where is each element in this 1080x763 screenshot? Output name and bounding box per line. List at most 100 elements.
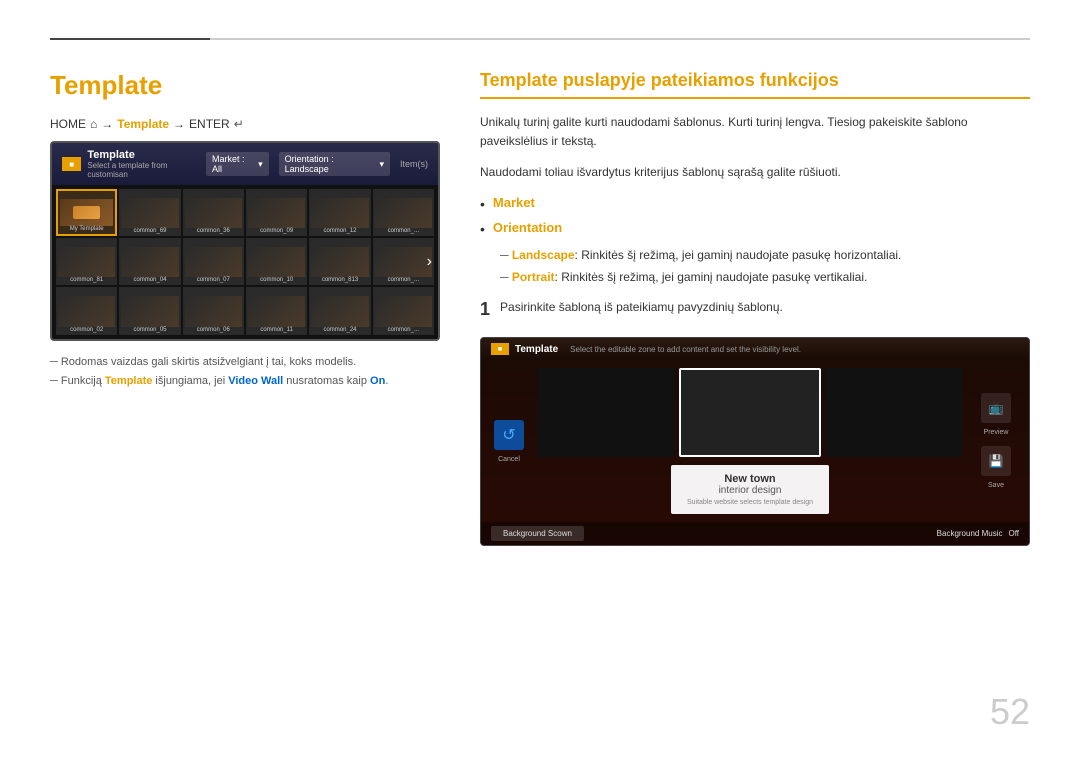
preview-screens: [537, 368, 963, 457]
note-line-2: Funkciją Template išjungiama, jei Video …: [50, 374, 440, 389]
page-container: Template HOME ⌂ → Template → ENTER ↵ ■: [0, 0, 1080, 763]
tv-grid-item[interactable]: common_813: [309, 238, 370, 285]
preview-label: Preview: [984, 429, 1009, 436]
tv-grid-item[interactable]: common_09: [246, 189, 307, 236]
preview-screen-1[interactable]: [537, 368, 675, 457]
bullet-dot-2: •: [480, 220, 485, 240]
preview-footer: Background Scown Background Music Off: [481, 522, 1029, 545]
bullet-market: • Market: [480, 195, 1030, 215]
enter-icon: ↵: [234, 117, 244, 131]
tv-dropdown-market[interactable]: Market : All ▾: [206, 152, 269, 176]
preview-screen-3[interactable]: [825, 368, 963, 457]
left-column: Template HOME ⌂ → Template → ENTER ↵ ■: [50, 70, 440, 733]
bullet-section: • Market • Orientation Landscape: Rinkit…: [480, 195, 1030, 286]
preview-title-block: Template: [515, 344, 558, 355]
tv-header-right: Market : All ▾ Orientation : Landscape ▾…: [206, 152, 428, 176]
background-scown-btn[interactable]: Background Scown: [491, 526, 584, 541]
preview-title: Template: [515, 344, 558, 355]
preview-text-note: Suitable website selects template design: [687, 499, 813, 506]
notes-section: Rodomas vaizdas gali skirtis atsižvelgia…: [50, 355, 440, 390]
cancel-icon: ↺: [502, 425, 515, 445]
cancel-icon-btn[interactable]: ↺: [494, 420, 524, 450]
step-1-section: 1 Pasirinkite šabloną iš pateikiamų pavy…: [480, 298, 1030, 321]
tv-grid-item-my-template[interactable]: My Template: [56, 189, 117, 236]
tv-dropdown-orientation[interactable]: Orientation : Landscape ▾: [279, 152, 390, 176]
bullet-label-market: Market: [493, 195, 535, 210]
tv-logo-box: ■: [62, 157, 81, 171]
tv-grid-wrapper: My Template common_69 common_36 com: [52, 185, 438, 339]
tv-screen: ■ Template Select a template from custom…: [50, 141, 440, 341]
sub-bullet-portrait: Portrait: Rinkitės šį režimą, jei gaminį…: [500, 268, 1030, 286]
tv-grid-item[interactable]: common_...: [373, 287, 434, 334]
tv-title-text: Template: [87, 149, 206, 161]
preview-text-box: New town interior design Suitable websit…: [671, 465, 829, 514]
tv-grid-item[interactable]: common_36: [183, 189, 244, 236]
chevron-down-icon-2: ▾: [379, 159, 384, 170]
breadcrumb-enter: ENTER: [189, 117, 230, 131]
tv-grid-item[interactable]: common_24: [309, 287, 370, 334]
cancel-label: Cancel: [498, 456, 520, 463]
step-text: Pasirinkite šabloną iš pateikiamų pavyzd…: [500, 298, 783, 317]
background-music-label: Background Music: [937, 529, 1003, 538]
template-highlight: Template: [105, 375, 152, 387]
bullet-label-orientation: Orientation: [493, 220, 562, 235]
tv-grid-item[interactable]: common_81: [56, 238, 117, 285]
preview-left-icons: ↺ Cancel: [489, 368, 529, 514]
tv-grid-item[interactable]: common_10: [246, 238, 307, 285]
tv-grid-item[interactable]: common_...: [373, 238, 434, 285]
tv-grid: My Template common_69 common_36 com: [52, 185, 438, 339]
preview-text-sub: interior design: [687, 485, 813, 496]
description-2: Naudodami toliau išvardytus kriterijus š…: [480, 163, 1030, 182]
step-number: 1: [480, 298, 490, 321]
tv-subtitle: Select a template from customisan: [87, 161, 206, 179]
breadcrumb-arrow2: →: [173, 117, 185, 131]
sub-bullet-landscape: Landscape: Rinkitės šį režimą, jei gamin…: [500, 246, 1030, 264]
content-area: Template HOME ⌂ → Template → ENTER ↵ ■: [50, 70, 1030, 733]
tv-header: ■ Template Select a template from custom…: [52, 143, 438, 185]
right-column: Template puslapyje pateikiamos funkcijos…: [480, 70, 1030, 733]
template-preview-screen: ■ Template Select the editable zone to a…: [480, 337, 1030, 546]
top-line-light: [210, 38, 1030, 40]
tv-title-block: Template Select a template from customis…: [87, 149, 206, 179]
preview-logo-box: ■: [491, 343, 509, 355]
home-label: HOME: [50, 117, 86, 131]
tv-grid-item[interactable]: common_12: [309, 189, 370, 236]
next-arrow-icon[interactable]: ›: [427, 253, 432, 271]
on-highlight: On: [370, 375, 385, 387]
tv-grid-item[interactable]: common_...: [373, 189, 434, 236]
save-icon-btn[interactable]: 💾: [981, 446, 1011, 476]
page-number: 52: [990, 691, 1030, 733]
tv-grid-item[interactable]: common_69: [119, 189, 180, 236]
preview-header: ■ Template Select the editable zone to a…: [481, 338, 1029, 360]
preview-icon-btn[interactable]: 📺: [981, 393, 1011, 423]
tv-grid-item[interactable]: common_11: [246, 287, 307, 334]
preview-text-main: New town: [687, 473, 813, 485]
videowall-highlight: Video Wall: [228, 375, 283, 387]
breadcrumb-arrow1: →: [101, 117, 113, 131]
tv-logo-text: ■: [69, 160, 74, 169]
tv-grid-item[interactable]: common_06: [183, 287, 244, 334]
note-line-1: Rodomas vaizdas gali skirtis atsižvelgia…: [50, 355, 440, 370]
top-line: [50, 38, 1030, 40]
home-icon: ⌂: [90, 117, 97, 131]
preview-logo-text: ■: [498, 346, 502, 353]
save-label: Save: [988, 482, 1004, 489]
preview-right-icons: 📺 Preview 💾 Save: [971, 368, 1021, 514]
tv-grid-item[interactable]: common_04: [119, 238, 180, 285]
section-title-left: Template: [50, 70, 440, 101]
tv-items-label: Item(s): [400, 159, 428, 169]
landscape-highlight: Landscape: [512, 248, 575, 262]
preview-screen-2[interactable]: [679, 368, 821, 457]
tv-grid-item[interactable]: common_05: [119, 287, 180, 334]
breadcrumb: HOME ⌂ → Template → ENTER ↵: [50, 117, 440, 131]
section-title-right: Template puslapyje pateikiamos funkcijos: [480, 70, 1030, 99]
bullet-dot: •: [480, 195, 485, 215]
background-music-item: Background Music Off: [937, 529, 1019, 538]
tv-grid-item[interactable]: common_02: [56, 287, 117, 334]
tv-grid-item[interactable]: common_07: [183, 238, 244, 285]
grid-item-label: My Template: [70, 226, 104, 232]
breadcrumb-template[interactable]: Template: [117, 117, 169, 131]
description-1: Unikalų turinį galite kurti naudodami ša…: [480, 113, 1030, 151]
chevron-down-icon: ▾: [258, 159, 263, 170]
preview-subtitle: Select the editable zone to add content …: [570, 345, 801, 354]
